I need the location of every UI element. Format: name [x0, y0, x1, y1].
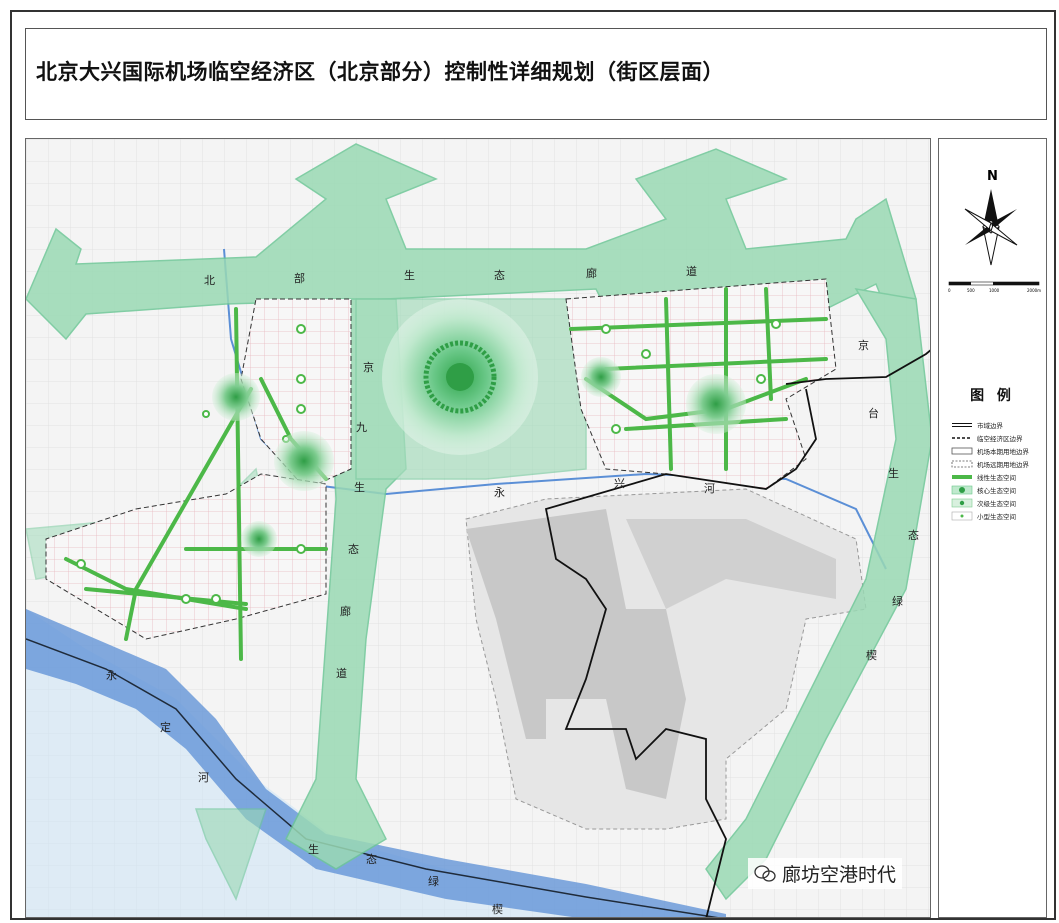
label-wedge-2: 河: [198, 771, 209, 784]
legend-item: 机场远期用地边界: [951, 458, 1046, 470]
scale-bar: 0 500 1000 2000m: [948, 281, 1041, 293]
legend-item: 市域边界: [951, 419, 1046, 431]
secondary-eco-symbol: [951, 498, 973, 508]
legend-item: 临空经济区边界: [951, 432, 1046, 444]
wechat-icon: [754, 864, 776, 882]
label-jingjiu-3: 态: [348, 543, 359, 556]
label-jingtai-3: 态: [908, 529, 919, 542]
watermark: 廊坊空港时代: [747, 858, 902, 889]
label-jingjiu-2: 生: [354, 480, 365, 494]
label-jingjiu-5: 道: [336, 666, 347, 680]
label-wedge-5: 绿: [428, 874, 439, 888]
legend-item: 线性生态空间: [951, 471, 1046, 483]
airport-future-boundary-symbol: [951, 460, 973, 468]
label-river-1: 兴: [614, 477, 625, 490]
label-north-5: 道: [686, 264, 697, 278]
linear-eco-symbol: [952, 475, 972, 479]
legend-item: 机场本期用地边界: [951, 445, 1046, 457]
core-ecological-space: [382, 299, 538, 455]
label-jingtai-4: 绿: [892, 594, 903, 608]
label-north-0: 北: [204, 274, 215, 287]
legend-label: 小型生态空间: [977, 513, 1016, 521]
legend-label: 市域边界: [977, 422, 1003, 430]
label-river-2: 河: [704, 482, 715, 495]
scale-tick-2: 1000: [989, 288, 1000, 293]
north-label: N: [987, 169, 998, 184]
legend-label: 机场远期用地边界: [977, 461, 1029, 469]
legend-list: 市域边界 临空经济区边界 机场本期用地边界 机场远期用地边界 线性生态空间 核心…: [951, 419, 1046, 523]
scale-tick-1: 500: [967, 288, 975, 293]
label-jingtai-0: 京: [858, 338, 869, 352]
planning-map: 北 部 生 态 廊 道 京 九 生 态 廊 道 京 台 生 态 绿 楔 永 兴 …: [25, 138, 931, 918]
legend-panel: N 0 500 1000 2000m 图 例 市域边界 临空经济区边界 机场本期…: [938, 138, 1047, 918]
economic-zone-boundary-symbol: [952, 437, 972, 439]
legend-item: 次级生态空间: [951, 497, 1046, 509]
label-north-3: 态: [494, 269, 505, 282]
small-eco-symbol: [951, 511, 973, 521]
legend-title: 图 例: [970, 388, 1015, 404]
legend-label: 机场本期用地边界: [977, 448, 1029, 456]
city-boundary-symbol: [952, 423, 972, 427]
label-jingtai-5: 楔: [866, 649, 877, 662]
label-north-4: 廊: [586, 266, 597, 280]
label-jingjiu-0: 京: [363, 360, 374, 374]
legend-label: 次级生态空间: [977, 500, 1016, 508]
legend-label: 临空经济区边界: [977, 435, 1023, 443]
label-wedge-3: 生: [308, 842, 319, 856]
legend-item: 核心生态空间: [951, 484, 1046, 496]
label-north-2: 生: [404, 268, 415, 282]
scale-tick-0: 0: [948, 288, 951, 293]
label-wedge-6: 楔: [492, 903, 503, 916]
title-panel: 北京大兴国际机场临空经济区（北京部分）控制性详细规划（街区层面）: [25, 28, 1047, 120]
label-jingtai-2: 生: [888, 466, 899, 480]
label-river-0: 永: [494, 485, 505, 499]
label-wedge-4: 态: [366, 853, 377, 866]
label-wedge-0: 永: [106, 668, 117, 682]
legend-item: 小型生态空间: [951, 510, 1046, 522]
legend-label: 核心生态空间: [977, 487, 1016, 495]
watermark-text: 廊坊空港时代: [781, 864, 896, 886]
compass-icon: [964, 189, 1018, 266]
legend-label: 线性生态空间: [977, 474, 1016, 482]
airport-current-boundary-symbol: [951, 447, 973, 455]
map-canvas: 北 部 生 态 廊 道 京 九 生 态 廊 道 京 台 生 态 绿 楔 永 兴 …: [26, 139, 930, 917]
label-wedge-1: 定: [160, 720, 171, 734]
label-jingjiu-1: 九: [356, 421, 367, 434]
label-north-1: 部: [294, 271, 305, 285]
core-eco-symbol: [951, 485, 973, 495]
label-jingjiu-4: 廊: [340, 604, 351, 618]
scale-tick-3: 2000m: [1027, 288, 1041, 293]
label-jingtai-1: 台: [868, 406, 879, 420]
page-title: 北京大兴国际机场临空经济区（北京部分）控制性详细规划（街区层面）: [36, 60, 724, 84]
